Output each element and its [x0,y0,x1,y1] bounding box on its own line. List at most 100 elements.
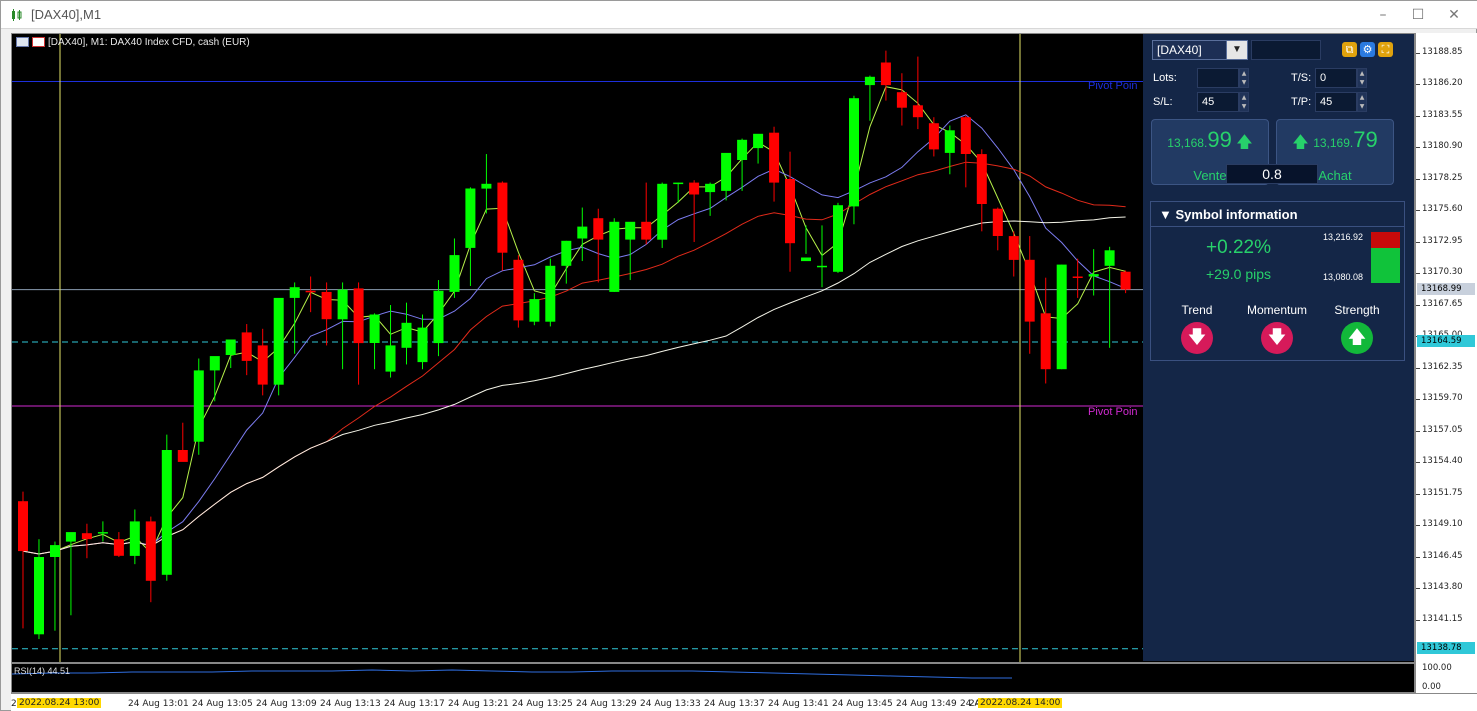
arrow-down-icon: 🡇 [1181,322,1213,354]
sl-stepper[interactable]: ▲ ▼ [1239,92,1249,112]
time-marker-start: 2022.08.24 13:00 [17,698,102,708]
symbol-extra-field[interactable] [1251,40,1321,60]
price-tick [1416,430,1420,432]
price-tick [1416,147,1420,149]
ts-stepper[interactable]: ▲ ▼ [1357,68,1367,88]
time-label: 24 Aug 13:37 [704,699,765,709]
time-label: 24 Aug 13:25 [512,699,573,709]
candle-body [976,154,987,204]
time-label: 24 Aug 13:33 [640,699,701,709]
symbol-info-header[interactable]: ▼ Symbol information [1151,202,1404,227]
candle-body [97,532,108,534]
price-label: 13178.25 [1422,172,1463,183]
time-scale[interactable]: 2424 Aug 13:0124 Aug 13:0524 Aug 13:0924… [11,693,1477,711]
time-label: 24 Aug 13:41 [768,699,829,709]
candle-body [50,545,60,557]
candle-body [833,205,843,272]
price-label: 13141.15 [1422,613,1463,624]
candle-body [625,221,636,240]
candle-body [513,259,524,321]
candle-body [289,287,300,298]
price-label: 13172.95 [1422,235,1463,246]
day-high: 13,216.92 [1323,232,1364,242]
rsi-label: RSI(14) 44.51 [14,666,71,676]
trade-panel: [DAX40] ▼ ⧉ ⚙ ⛶ Lots: ▲ ▼ T/S: 0 ▲ ▼ S/L: … [1143,34,1414,661]
cyan-price-badge: 13164.59 [1417,334,1475,347]
candle-body [1040,313,1051,370]
candle-body [545,265,556,322]
candle-body [321,291,332,320]
candle-body [481,183,492,189]
candle-body [145,521,156,581]
lots-label: Lots: [1153,72,1177,84]
price-tick [1416,556,1420,558]
tp-label: T/P: [1291,96,1312,108]
tp-stepper[interactable]: ▲ ▼ [1357,92,1367,112]
candle-body [849,98,859,207]
expand-icon[interactable]: ⛶ [1378,42,1393,57]
window-title: [DAX40],M1 [31,7,102,22]
price-tick [1416,525,1420,527]
candle-body [992,208,1003,236]
candle-body [34,557,44,635]
symbol-info-panel: ▼ Symbol information +0.22% +29.0 pips 1… [1150,201,1405,361]
candle-body [593,218,604,240]
price-label: 13159.70 [1422,393,1463,404]
sl-input[interactable]: 45 [1197,92,1239,112]
candle-body [353,288,364,344]
price-label: 13157.05 [1422,424,1463,435]
chart-candles-icon [12,9,22,21]
price-label: 13180.90 [1422,141,1463,152]
candle-body [864,76,875,86]
tp-input[interactable]: 45 [1315,92,1357,112]
price-scale[interactable]: 13188.85 13186.20 13183.55 13180.90 13178.25… [1415,33,1477,663]
candle-body [673,182,684,185]
price-tick [1416,84,1420,86]
candle-body [785,179,795,244]
time-label: 24 Aug 13:01 [128,699,189,709]
price-label: 13170.30 [1422,267,1463,278]
candle-body [385,345,396,372]
candle-body [769,132,780,183]
candle-body [305,290,316,293]
copy-icon[interactable]: ⧉ [1342,42,1357,57]
momentum-label: Momentum [1246,303,1308,317]
chart-type-icon[interactable] [32,37,45,48]
ts-input[interactable]: 0 [1315,68,1357,88]
chevron-down-icon[interactable]: ▼ [1226,40,1248,60]
range-bar-red [1371,232,1400,248]
time-label: 24 Aug 13:21 [448,699,509,709]
time-label: 24 Aug 13:05 [192,699,253,709]
candle-body [737,139,748,160]
candle-body [401,322,412,348]
lots-stepper[interactable]: ▲ ▼ [1239,68,1249,88]
lots-input[interactable] [1197,68,1239,88]
minimize-button[interactable]: – [1370,5,1396,25]
change-percent: +0.22% [1206,237,1271,258]
gear-icon[interactable]: ⚙ [1360,42,1375,57]
candle-body [81,533,92,540]
time-label: 24 Aug 13:49 [896,699,957,709]
rsi-pane: RSI(14) 44.51 [11,663,1415,693]
candle-body [18,501,28,552]
maximize-button[interactable]: ☐ [1405,5,1431,25]
candle-body [896,92,907,108]
trend-label: Trend [1181,303,1213,317]
ma-fast-line [22,86,1126,555]
price-tick [1416,52,1420,54]
ma-slow-line [22,161,1126,555]
arrow-up-icon: 🡅 [1292,132,1309,151]
day-low: 13,080.08 [1323,272,1364,282]
chart-menu-icon[interactable] [16,37,29,48]
price-label: 13183.55 [1422,109,1463,120]
candle-body [1056,264,1067,370]
ts-label: T/S: [1291,72,1312,84]
candle-body [257,345,268,385]
candle-body [912,105,923,118]
price-label: 13188.85 [1422,46,1463,57]
close-button[interactable]: ✕ [1441,5,1467,25]
strength-label: Strength [1334,303,1380,317]
candle-body [465,188,476,248]
ma-long-line [22,216,1126,555]
rsi-scale: 100.00 0.00 [1415,663,1477,693]
